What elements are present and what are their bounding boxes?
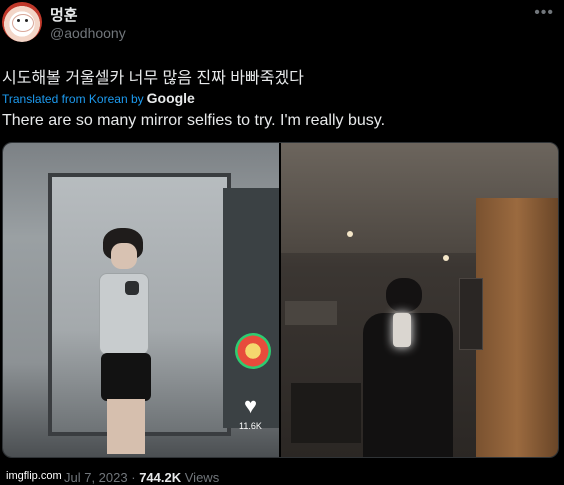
wall-art	[285, 301, 337, 325]
tweet-text-translated: There are so many mirror selfies to try.…	[2, 112, 386, 129]
heart-icon[interactable]: ♥	[244, 395, 257, 417]
picture-frame	[459, 278, 483, 350]
phone-icon	[99, 273, 149, 355]
user-handle[interactable]: @aodhoony	[50, 25, 126, 41]
wall-panel	[223, 188, 279, 428]
ceiling-light-icon	[443, 255, 449, 261]
view-label: Views	[184, 470, 220, 485]
media-grid: ♥ 11.6K	[2, 142, 559, 458]
tweet: 멍훈 @aodhoony ••• 시도해볼 거울셀카 너무 많음 진짜 바빠죽겠…	[0, 0, 564, 485]
person-legs	[107, 399, 145, 454]
avatar-eye-icon	[25, 19, 28, 22]
person-hair	[386, 278, 422, 312]
person-shirt	[101, 353, 151, 401]
phone-icon	[393, 313, 411, 347]
wood-panel	[476, 198, 558, 457]
translation-label: Translated from Korean by	[2, 92, 144, 106]
meta-separator: ·	[131, 470, 136, 485]
furniture-shadow	[291, 383, 361, 443]
google-logo: Google	[146, 90, 195, 106]
avatar[interactable]	[2, 2, 42, 42]
photo-mirror-selfie-right[interactable]	[281, 143, 558, 457]
sticker-icon	[235, 333, 271, 369]
person-face	[111, 243, 137, 269]
watermark: imgflip.com	[4, 470, 64, 482]
display-name[interactable]: 멍훈	[50, 4, 78, 25]
camera-lens-icon	[125, 281, 139, 295]
avatar-eye-icon	[17, 19, 20, 22]
tweet-date[interactable]: Jul 7, 2023	[64, 470, 128, 485]
tweet-text-original: 시도해볼 거울셀카 너무 많음 진짜 바빠죽겠다	[2, 70, 304, 87]
like-count: 11.6K	[239, 421, 262, 431]
avatar-face-icon	[12, 14, 34, 32]
photo-mirror-selfie-left[interactable]: ♥ 11.6K	[3, 143, 279, 457]
view-count: 744.2K	[139, 470, 182, 485]
tweet-header: 멍훈 @aodhoony •••	[0, 0, 564, 56]
translation-attribution: Translated from Korean by Google	[2, 90, 195, 106]
more-icon[interactable]: •••	[534, 4, 554, 22]
ceiling-light-icon	[347, 231, 353, 237]
